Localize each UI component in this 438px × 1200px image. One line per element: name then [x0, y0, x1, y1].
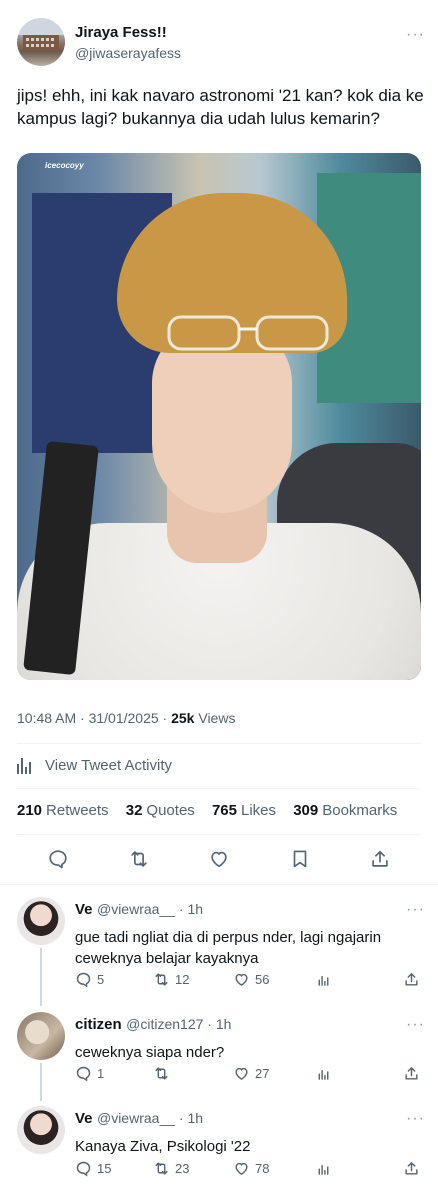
- reply-text: gue tadi ngliat dia di perpus nder, lagi…: [75, 929, 382, 967]
- reply-analytics-button[interactable]: [315, 1065, 332, 1082]
- like-icon: [235, 1067, 248, 1080]
- retweet-icon[interactable]: [128, 848, 150, 870]
- like-icon: [235, 973, 248, 986]
- reply-reply-button[interactable]: 5: [75, 971, 104, 988]
- reply-icon: [76, 1066, 91, 1081]
- reply-reply-button[interactable]: 15: [75, 1160, 111, 1177]
- retweet-icon: [155, 972, 168, 986]
- reply-like-button[interactable]: 56: [233, 971, 269, 988]
- reply-share-button[interactable]: [403, 971, 420, 988]
- photo-watermark: icecocoyy: [45, 161, 84, 170]
- author-avatar[interactable]: [17, 18, 65, 66]
- reply-reply-button[interactable]: 1: [75, 1065, 104, 1082]
- reply-icon: [76, 972, 91, 987]
- share-icon: [405, 1161, 418, 1175]
- divider: [17, 834, 421, 835]
- divider: [0, 884, 438, 885]
- more-options-icon[interactable]: ···: [406, 901, 425, 919]
- author-name[interactable]: Jiraya Fess!!: [75, 24, 167, 41]
- tweet-action-bar: [17, 848, 421, 870]
- view-tweet-activity[interactable]: View Tweet Activity: [17, 756, 172, 774]
- reply-header: Ve @viewraa__ · 1h: [75, 1110, 203, 1128]
- analytics-icon: [318, 975, 329, 986]
- divider: [17, 788, 421, 789]
- views-count: 25k: [171, 710, 195, 726]
- bookmarks-stat[interactable]: 309 Bookmarks: [293, 802, 397, 819]
- reply-like-button[interactable]: 78: [233, 1160, 269, 1177]
- reply-icon: [76, 1161, 91, 1176]
- reply-name[interactable]: citizen: [75, 1016, 122, 1033]
- reply-header: Ve @viewraa__ · 1h: [75, 901, 203, 919]
- more-options-icon[interactable]: ···: [406, 1110, 425, 1128]
- tweet-text: jips! ehh, ini kak navaro astronomi '21 …: [17, 86, 424, 128]
- tweet-photo[interactable]: icecocoyy: [17, 153, 421, 680]
- reply-retweet-button[interactable]: 23: [153, 1160, 189, 1177]
- author-handle[interactable]: @jiwaserayafess: [75, 45, 181, 61]
- likes-stat[interactable]: 765 Likes: [212, 802, 276, 819]
- share-icon: [405, 972, 418, 986]
- tweet-time: 10:48 AM · 31/01/2025 ·: [17, 710, 172, 726]
- retweet-icon: [155, 1066, 168, 1080]
- reply-handle[interactable]: @viewraa__ · 1h: [97, 1110, 203, 1126]
- reply-header: citizen @citizen127 · 1h: [75, 1016, 231, 1034]
- reply-icon[interactable]: [47, 848, 69, 870]
- reply-retweet-button[interactable]: [153, 1065, 175, 1082]
- reply-share-button[interactable]: [403, 1160, 420, 1177]
- thread-line: [40, 1063, 42, 1101]
- retweets-stat[interactable]: 210 Retweets: [17, 802, 109, 819]
- activity-label: View Tweet Activity: [45, 756, 173, 774]
- views-label: Views: [194, 710, 236, 726]
- analytics-icon: [17, 756, 35, 774]
- share-icon: [405, 1066, 418, 1080]
- thread-line: [40, 948, 42, 1006]
- reply-text: Kanaya Ziva, Psikologi '22: [75, 1138, 251, 1155]
- more-options-icon[interactable]: ···: [406, 1016, 425, 1034]
- reply-analytics-button[interactable]: [315, 971, 332, 988]
- analytics-icon: [318, 1069, 329, 1080]
- tweet-timestamp[interactable]: 10:48 AM · 31/01/2025 · 25k Views: [17, 710, 235, 726]
- reply-avatar[interactable]: [17, 1012, 65, 1060]
- reply-name[interactable]: Ve: [75, 1110, 93, 1127]
- more-options-icon[interactable]: ···: [406, 26, 425, 44]
- like-icon[interactable]: [208, 848, 230, 870]
- reply-text: ceweknya siapa nder?: [75, 1044, 225, 1061]
- retweet-icon: [155, 1161, 168, 1175]
- share-icon[interactable]: [369, 848, 391, 870]
- divider: [17, 743, 421, 744]
- tweet-stats: 210 Retweets 32 Quotes 765 Likes 309 Bookmar…: [17, 802, 410, 819]
- reply-avatar[interactable]: [17, 897, 65, 945]
- reply-retweet-button[interactable]: 12: [153, 971, 189, 988]
- reply-share-button[interactable]: [403, 1065, 420, 1082]
- bookmark-icon[interactable]: [289, 848, 311, 870]
- like-icon: [235, 1162, 248, 1175]
- analytics-icon: [318, 1164, 329, 1175]
- quotes-stat[interactable]: 32 Quotes: [126, 802, 195, 819]
- reply-name[interactable]: Ve: [75, 901, 93, 918]
- reply-handle[interactable]: @citizen127 · 1h: [126, 1016, 231, 1032]
- reply-avatar[interactable]: [17, 1106, 65, 1154]
- reply-analytics-button[interactable]: [315, 1160, 332, 1177]
- reply-like-button[interactable]: 27: [233, 1065, 269, 1082]
- reply-handle[interactable]: @viewraa__ · 1h: [97, 901, 203, 917]
